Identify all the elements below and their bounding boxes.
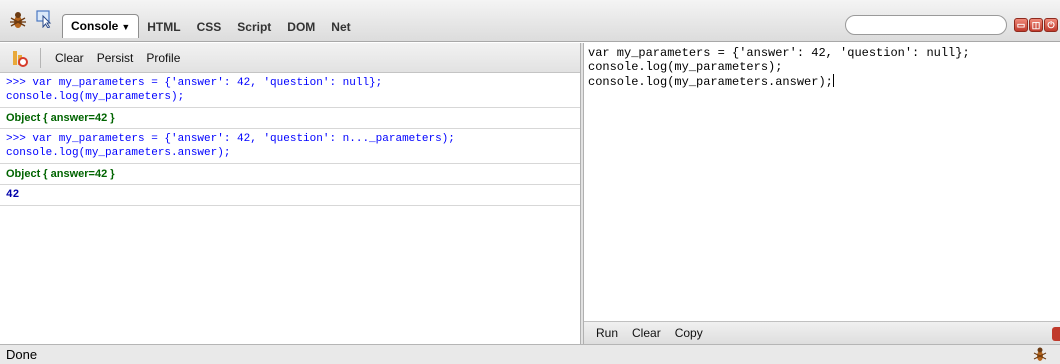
command-editor[interactable]: var my_parameters = {'answer': 42, 'ques… <box>588 46 1058 316</box>
tab-html[interactable]: HTML <box>139 16 188 38</box>
inspect-icon[interactable] <box>36 10 52 28</box>
command-editor-panel: var my_parameters = {'answer': 42, 'ques… <box>584 43 1060 344</box>
log-line: 42 <box>6 189 20 201</box>
log-entry[interactable]: Object { answer=42 } <box>0 164 580 185</box>
clear-console-icon[interactable] <box>12 49 28 67</box>
window-controls: ▭ ◫ ⏻ <box>1014 18 1058 32</box>
persist-button[interactable]: Persist <box>97 51 134 65</box>
clear-button[interactable]: Clear <box>55 51 84 65</box>
log-entry[interactable]: Object { answer=42 } <box>0 108 580 129</box>
status-bar: Done <box>0 344 1060 364</box>
tab-css[interactable]: CSS <box>189 16 230 38</box>
text-caret <box>832 74 834 87</box>
close-editor-icon[interactable] <box>1052 327 1060 341</box>
tab-script[interactable]: Script <box>229 16 279 38</box>
console-log: >>> var my_parameters = {'answer': 42, '… <box>0 73 580 206</box>
firebug-toolbar: Console ▼ HTML CSS Script DOM Net ▭ ◫ ⏻ <box>0 0 1060 42</box>
log-entry: >>> var my_parameters = {'answer': 42, '… <box>0 129 580 164</box>
editor-line-text: console.log(my_parameters.answer); <box>588 75 833 89</box>
log-line: >>> var my_parameters = {'answer': 42, '… <box>6 133 455 145</box>
console-toolbar: Clear Persist Profile <box>0 43 580 73</box>
tab-console-label: Console <box>71 19 119 33</box>
editor-line-text: var my_parameters = {'answer': 42, 'ques… <box>588 46 970 60</box>
editor-footer: Run Clear Copy <box>584 321 1060 344</box>
editor-line: var my_parameters = {'answer': 42, 'ques… <box>588 46 1058 60</box>
log-entry: >>> var my_parameters = {'answer': 42, '… <box>0 73 580 108</box>
chevron-down-icon[interactable]: ▼ <box>121 22 130 32</box>
copy-button[interactable]: Copy <box>675 326 703 340</box>
editor-line: console.log(my_parameters.answer); <box>588 74 1058 89</box>
status-text: Done <box>6 347 38 362</box>
log-line: Object { answer=42 } <box>6 168 115 180</box>
tab-console[interactable]: Console ▼ <box>62 14 140 38</box>
toolbar-separator <box>40 47 41 68</box>
log-line: Object { answer=42 } <box>6 112 115 124</box>
editor-line: console.log(my_parameters); <box>588 60 1058 74</box>
firebug-icon[interactable] <box>8 10 28 30</box>
tab-net[interactable]: Net <box>323 16 358 38</box>
minimize-icon[interactable]: ▭ <box>1014 18 1028 32</box>
editor-line-text: console.log(my_parameters); <box>588 60 783 74</box>
log-line: >>> var my_parameters = {'answer': 42, '… <box>6 77 383 89</box>
detach-icon[interactable]: ◫ <box>1029 18 1043 32</box>
log-line: console.log(my_parameters); <box>6 91 185 103</box>
panel-tabs: Console ▼ HTML CSS Script DOM Net <box>62 14 359 38</box>
console-output-panel: Clear Persist Profile >>> var my_paramet… <box>0 43 580 344</box>
run-button[interactable]: Run <box>596 326 618 340</box>
search-input[interactable] <box>845 15 1007 35</box>
log-entry: 42 <box>0 185 580 206</box>
power-icon[interactable]: ⏻ <box>1044 18 1058 32</box>
editor-clear-button[interactable]: Clear <box>632 326 661 340</box>
log-line: console.log(my_parameters.answer); <box>6 147 231 159</box>
profile-button[interactable]: Profile <box>146 51 180 65</box>
tab-dom[interactable]: DOM <box>279 16 323 38</box>
firebug-status-icon[interactable] <box>1032 346 1048 362</box>
